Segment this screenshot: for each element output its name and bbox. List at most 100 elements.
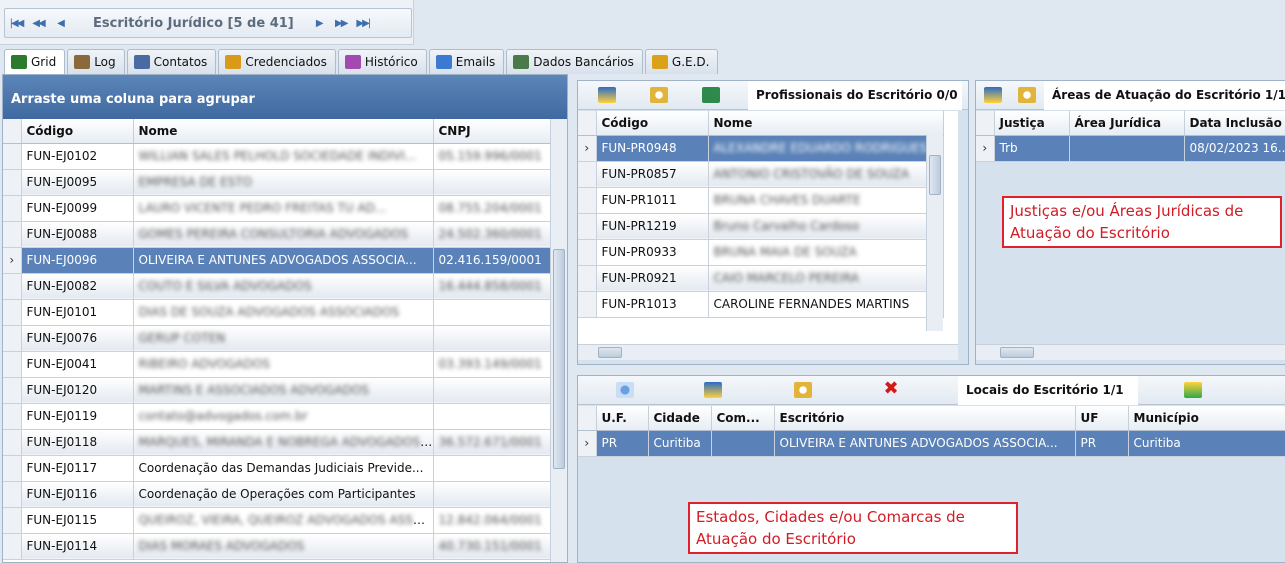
cell-nome[interactable]: contato@advogados.com.br (133, 403, 434, 430)
cell-municipio[interactable]: Curitiba (1128, 430, 1285, 457)
add-icon[interactable] (1184, 382, 1202, 398)
table-row[interactable]: FUN-EJ0119 contato@advogados.com.br (3, 403, 553, 430)
cell-codigo[interactable]: FUN-PR0857 (596, 161, 709, 188)
xls-icon[interactable] (702, 87, 720, 103)
cell-codigo[interactable]: FUN-EJ0101 (21, 299, 134, 326)
table-row[interactable]: FUN-EJ0115 QUEIROZ, VIEIRA, QUEIROZ ADVOG… (3, 507, 553, 534)
previous-page-icon[interactable]: ◀◀ (27, 18, 49, 29)
search-icon[interactable] (1018, 87, 1036, 103)
cell-nome[interactable]: MARQUES, MIRANDA E NOBREGA ADVOGADOS ... (133, 429, 434, 456)
cell-nome[interactable]: EMPRESA DE ESTO (133, 169, 434, 196)
cell-codigo[interactable]: FUN-EJ0076 (21, 325, 134, 352)
scroll-thumb[interactable] (553, 249, 565, 469)
cell-uf[interactable]: PR (596, 430, 649, 457)
professionals-vertical-scrollbar[interactable] (926, 135, 943, 331)
cell-codigo[interactable]: FUN-EJ0118 (21, 429, 134, 456)
column-header-municipio[interactable]: Município (1128, 406, 1285, 431)
excel-export-icon[interactable] (598, 87, 616, 103)
column-header-codigo[interactable]: Código (596, 111, 709, 136)
cell-codigo[interactable]: FUN-PR1011 (596, 187, 709, 214)
table-row[interactable]: › Trb 08/02/2023 16... (976, 135, 1285, 162)
cell-cnpj[interactable] (433, 481, 553, 508)
cell-cnpj[interactable] (433, 403, 553, 430)
table-row[interactable]: FUN-EJ0118 MARQUES, MIRANDA E NOBREGA ADV… (3, 429, 553, 456)
column-header-comarca[interactable]: Com... (711, 406, 775, 431)
table-row[interactable]: FUN-PR1011 BRUNA CHAVES DUARTE (578, 187, 944, 214)
table-row[interactable]: FUN-EJ0082 COUTO E SILVA ADVOGADOS 16.444.… (3, 273, 553, 300)
cell-justica[interactable]: Trb (994, 135, 1070, 162)
cell-cnpj[interactable]: 02.416.159/0001 (433, 247, 553, 274)
cell-nome[interactable]: QUEIROZ, VIEIRA, QUEIROZ ADVOGADOS ASSOC… (133, 507, 434, 534)
cell-nome[interactable]: BRUNA MAIA DE SOUZA (708, 239, 944, 266)
group-by-area[interactable]: Arraste uma coluna para agrupar (3, 75, 567, 119)
scroll-thumb[interactable] (929, 155, 941, 195)
cell-nome[interactable]: LAURO VICENTE PEDRO FREITAS TU AD... (133, 195, 434, 222)
column-header-uf2[interactable]: UF (1075, 406, 1129, 431)
cell-codigo[interactable]: FUN-EJ0114 (21, 533, 134, 560)
cell-codigo[interactable]: FUN-EJ0116 (21, 481, 134, 508)
cell-nome[interactable]: MARTINS E ASSOCIADOS ADVOGADOS (133, 377, 434, 404)
tab-g-e-d-[interactable]: G.E.D. (644, 49, 719, 74)
table-row[interactable]: FUN-EJ0117 Coordenação das Demandas Judic… (3, 455, 553, 482)
delete-icon[interactable]: ✖ (882, 380, 900, 398)
cell-nome[interactable]: Bruno Carvalho Cardoso (708, 213, 944, 240)
cell-cidade[interactable]: Curitiba (648, 430, 712, 457)
table-row[interactable]: FUN-PR1013 CAROLINE FERNANDES MARTINS (578, 291, 944, 318)
column-header-nome[interactable]: Nome (133, 119, 434, 144)
cell-cnpj[interactable]: 12.842.064/0001 (433, 507, 553, 534)
column-header-nome[interactable]: Nome (708, 111, 944, 136)
cell-cnpj[interactable]: 24.502.360/0001 (433, 221, 553, 248)
cell-nome[interactable]: ANTONIO CRISTOVÃO DE SOUZA (708, 161, 944, 188)
cell-nome[interactable]: CAIO MARCELO PEREIRA (708, 265, 944, 292)
cell-nome[interactable]: GERUP COTEN (133, 325, 434, 352)
table-row[interactable]: FUN-EJ0120 MARTINS E ASSOCIADOS ADVOGADOS (3, 377, 553, 404)
table-row[interactable]: FUN-PR0857 ANTONIO CRISTOVÃO DE SOUZA (578, 161, 944, 188)
cell-data[interactable]: 08/02/2023 16... (1184, 135, 1285, 162)
cell-codigo[interactable]: FUN-EJ0120 (21, 377, 134, 404)
cell-com[interactable] (711, 430, 775, 457)
column-header-area-juridica[interactable]: Área Jurídica (1069, 111, 1185, 136)
column-header-escritorio[interactable]: Escritório (774, 406, 1076, 431)
cell-nome[interactable]: Coordenação de Operações com Participant… (133, 481, 434, 508)
column-header-uf[interactable]: U.F. (596, 406, 649, 431)
cell-codigo[interactable]: FUN-PR0933 (596, 239, 709, 266)
last-record-icon[interactable]: ▶▶| (352, 18, 374, 29)
cell-codigo[interactable]: FUN-EJ0095 (21, 169, 134, 196)
scroll-thumb[interactable] (1000, 347, 1034, 358)
cell-cnpj[interactable] (433, 377, 553, 404)
cell-codigo[interactable]: FUN-EJ0102 (21, 143, 134, 170)
cell-nome[interactable]: Coordenação das Demandas Judiciais Previ… (133, 455, 434, 482)
table-row[interactable]: › PR Curitiba OLIVEIRA E ANTUNES ADVOGADOS … (578, 430, 1285, 457)
table-row[interactable]: FUN-PR1219 Bruno Carvalho Cardoso (578, 213, 944, 240)
scroll-thumb[interactable] (598, 347, 622, 358)
cell-area[interactable] (1069, 135, 1185, 162)
cell-nome[interactable]: BRUNA CHAVES DUARTE (708, 187, 944, 214)
search-icon[interactable] (650, 87, 668, 103)
next-record-icon[interactable]: ▶ (308, 18, 330, 29)
table-row[interactable]: FUN-EJ0099 LAURO VICENTE PEDRO FREITAS TU… (3, 195, 553, 222)
cell-cnpj[interactable]: 36.572.671/0001 (433, 429, 553, 456)
offices-grid-vertical-scrollbar[interactable] (550, 119, 567, 562)
cell-cnpj[interactable] (433, 455, 553, 482)
areas-horizontal-scrollbar[interactable] (976, 344, 1285, 360)
cell-nome[interactable]: ALEXANDRE EDUARDO RODRIGUES A (708, 135, 944, 162)
tab-dados-banc-rios[interactable]: Dados Bancários (506, 49, 643, 74)
search-icon[interactable] (794, 382, 812, 398)
cell-codigo[interactable]: FUN-EJ0088 (21, 221, 134, 248)
tab-grid[interactable]: Grid (4, 49, 66, 74)
professionals-horizontal-scrollbar[interactable] (578, 344, 958, 360)
cell-codigo[interactable]: FUN-EJ0117 (21, 455, 134, 482)
tab-log[interactable]: Log (67, 49, 125, 74)
table-row[interactable]: FUN-PR0933 BRUNA MAIA DE SOUZA (578, 239, 944, 266)
tab-hist-rico[interactable]: Histórico (337, 49, 427, 74)
cell-nome[interactable]: RIBEIRO ADVOGADOS (133, 351, 434, 378)
table-row[interactable]: › FUN-PR0948 ALEXANDRE EDUARDO RODRIGUES A (578, 135, 944, 162)
cell-nome[interactable]: DIAS MORAES ADVOGADOS (133, 533, 434, 560)
next-page-icon[interactable]: ▶▶ (330, 18, 352, 29)
table-row[interactable]: › FUN-EJ0096 OLIVEIRA E ANTUNES ADVOGADOS … (3, 247, 553, 274)
table-row[interactable]: FUN-EJ0102 WILLIAN SALES PELHOLD SOCIEDAD… (3, 143, 553, 170)
table-row[interactable]: FUN-EJ0101 DIAS DE SOUZA ADVOGADOS ASSOCI… (3, 299, 553, 326)
table-row[interactable]: FUN-EJ0095 EMPRESA DE ESTO (3, 169, 553, 196)
cell-codigo[interactable]: FUN-PR0948 (596, 135, 709, 162)
cell-cnpj[interactable]: 16.444.858/0001 (433, 273, 553, 300)
